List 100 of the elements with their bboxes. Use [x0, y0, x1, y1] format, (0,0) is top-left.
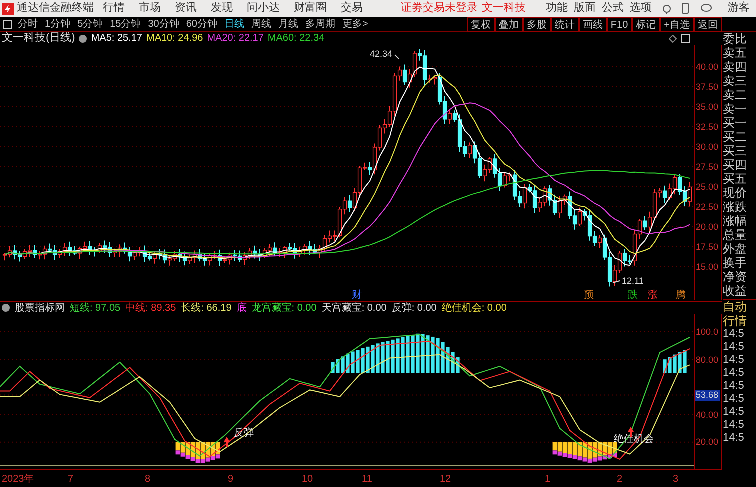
signal-marker: 腾: [676, 290, 686, 300]
period-tab[interactable]: 5分钟: [78, 16, 104, 32]
price-axis-label: 37.50: [696, 82, 719, 92]
tick-time: 14:5: [723, 419, 746, 432]
tick-panel-label: 行情: [723, 314, 748, 328]
quote-field-label: 买四: [723, 158, 748, 172]
tick-time: 14:5: [723, 328, 746, 341]
toolbar-button[interactable]: F10: [606, 16, 632, 32]
date-axis-label: 1: [545, 473, 551, 487]
menu-item[interactable]: 行情: [103, 0, 125, 17]
toolbar-button[interactable]: 标记: [632, 16, 660, 32]
indicator-legend: 绝佳机会: 0.00: [442, 300, 507, 316]
high-price-label: 42.34: [370, 49, 393, 59]
period-tab[interactable]: 周线: [252, 16, 272, 32]
date-axis-label: 9: [228, 473, 234, 487]
quote-field-label: 涨幅: [723, 214, 748, 228]
price-axis-label: 20.00: [696, 222, 719, 232]
quote-field-label: 卖二: [723, 88, 748, 102]
tick-time: 14:5: [723, 341, 746, 354]
ma-legend: MA5: 25.17: [91, 31, 142, 46]
menu-item[interactable]: 资讯: [175, 0, 197, 17]
toolbar-button[interactable]: 多股: [522, 16, 551, 32]
menu-item[interactable]: 问小达: [247, 0, 280, 17]
toolbar-button[interactable]: 叠加: [494, 16, 523, 32]
quote-field-label: 收益: [723, 284, 748, 298]
tick-time: 14:5: [723, 380, 746, 393]
date-axis-label: 12: [440, 473, 452, 487]
stock-name: 文一科技: [482, 0, 526, 16]
date-axis-label: 11: [362, 473, 372, 487]
price-axis-label: 15.00: [696, 262, 719, 272]
toolbar-button[interactable]: 返回: [694, 16, 722, 32]
signal-marker: 跌: [628, 290, 638, 300]
period-tab[interactable]: 15分钟: [110, 16, 142, 32]
quote-field-label: 卖五: [723, 46, 748, 60]
menu-item[interactable]: 财富圈: [294, 0, 327, 17]
quote-field-label: 买一: [723, 116, 748, 130]
period-tab[interactable]: 分时: [18, 16, 38, 32]
indicator-legend: 短线: 97.05: [70, 300, 121, 316]
price-axis-label: 35.00: [696, 102, 719, 112]
indicator-legend: 长线: 66.19: [181, 300, 232, 316]
tick-time: 14:5: [723, 432, 746, 445]
date-axis-label: 3: [673, 473, 679, 487]
indicator-axis-label: 100.0: [695, 327, 720, 338]
signal-marker: 涨: [648, 290, 658, 300]
toolbar-button[interactable]: 复权: [466, 16, 495, 32]
quote-field-label: 卖四: [723, 60, 748, 74]
menu-item[interactable]: 交易: [341, 0, 363, 17]
date-axis-label: 2: [617, 473, 623, 487]
ma-legend: MA60: 22.34: [268, 31, 325, 46]
price-axis-label: 27.50: [696, 162, 719, 172]
menu-item[interactable]: 功能: [546, 0, 568, 17]
price-axis-label: 40.00: [696, 62, 719, 72]
date-axis-label: 8: [145, 473, 151, 487]
period-tab[interactable]: 1分钟: [45, 16, 71, 32]
date-axis-label: 7: [68, 473, 74, 487]
indicator-title: 股票指标网: [15, 302, 65, 316]
period-tab[interactable]: 月线: [278, 16, 298, 32]
login-status: 证劵交易未登录: [401, 0, 478, 16]
menu-item[interactable]: 版面: [574, 0, 596, 17]
app-title: 通达信金融终端: [17, 0, 95, 16]
toolbar-button[interactable]: 画线: [578, 16, 607, 32]
toolbar-button[interactable]: 统计: [550, 16, 579, 32]
ma-legend: MA10: 24.96: [146, 31, 204, 46]
indicator-legend: 天宫藏宝: 0.00: [322, 300, 387, 316]
menu-item[interactable]: 公式: [602, 0, 624, 17]
quote-field-label: 卖三: [723, 74, 748, 88]
price-axis-label: 30.00: [696, 142, 719, 152]
quote-field-label: 总量: [723, 228, 748, 242]
period-tab[interactable]: 日线: [224, 16, 244, 32]
quote-field-label: 外盘: [723, 242, 748, 256]
quote-field-label: 换手: [723, 256, 748, 270]
price-axis-label: 22.50: [696, 202, 719, 212]
menu-item[interactable]: 发现: [211, 0, 233, 17]
tick-time: 14:5: [723, 406, 746, 419]
menu-item[interactable]: 市场: [139, 0, 161, 17]
indicator-legend: 底: [236, 300, 247, 316]
period-tab[interactable]: 30分钟: [148, 16, 180, 32]
current-value-label: 53.68: [695, 390, 720, 402]
low-price-label: 12.11: [622, 276, 644, 286]
period-tab[interactable]: 多周期: [306, 16, 336, 32]
quote-field-label: 买三: [723, 144, 748, 158]
indicator-axis-label: 80.00: [695, 354, 720, 366]
period-tab[interactable]: 60分钟: [186, 16, 218, 32]
quote-field-label: 委比: [723, 32, 748, 46]
quote-field-label: 买五: [723, 172, 748, 186]
indicator-axis-label: 20.00: [695, 437, 720, 448]
period-tab[interactable]: 更多>: [342, 16, 368, 32]
indicator-legend: 反弹: 0.00: [392, 300, 437, 316]
indicator-axis-label: 40.00: [695, 410, 720, 421]
tick-time: 14:5: [723, 393, 746, 406]
signal-marker: 财: [352, 290, 362, 300]
quote-field-label: 涨跌: [723, 200, 748, 214]
quote-field-label: 买二: [723, 130, 748, 144]
quote-field-label: 现价: [723, 186, 748, 200]
toolbar-button[interactable]: +自选: [660, 16, 694, 32]
tick-time: 14:5: [723, 354, 746, 367]
chart-title: 文一科技(日线): [2, 30, 76, 46]
user-button[interactable]: 游客: [728, 0, 750, 17]
signal-marker: 预: [584, 290, 594, 300]
menu-item[interactable]: 选项: [630, 0, 652, 17]
